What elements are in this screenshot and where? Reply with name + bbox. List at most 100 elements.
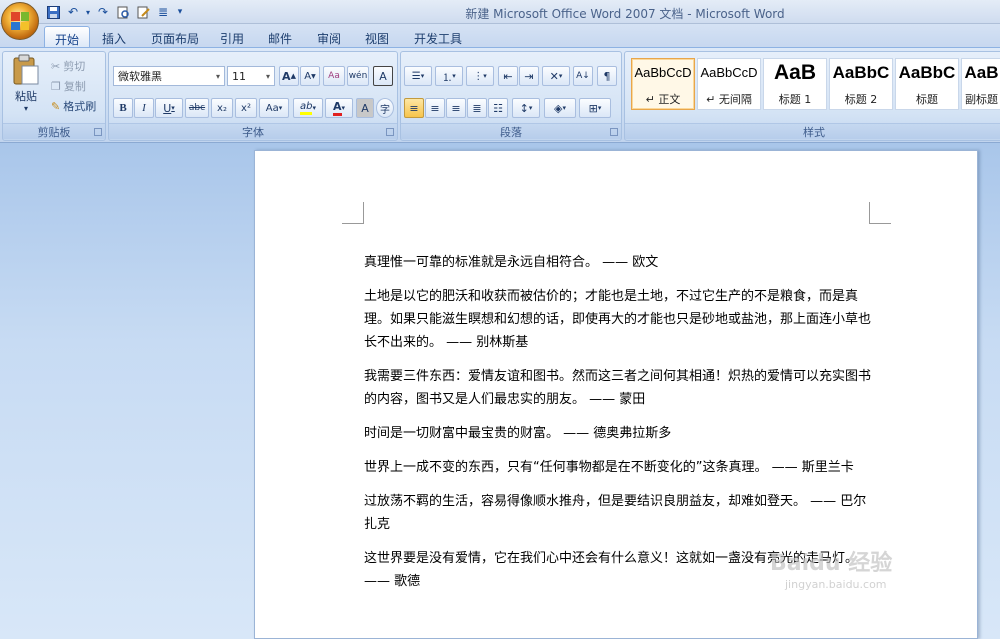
tab-insert[interactable]: 插入 — [92, 26, 136, 48]
change-case-label: Aa — [265, 102, 279, 114]
watermark-url: jingyan.baidu.com — [785, 578, 887, 591]
paragraph[interactable]: 世界上一成不变的东西，只有“任何事物都是在不断变化的”这条真理。 —— 斯里兰卡 — [364, 456, 876, 479]
paragraph[interactable]: 土地是以它的肥沃和收获而被估价的；才能也是土地，不过它生产的不是粮食，而是真理。… — [364, 285, 876, 354]
clear-format-button[interactable]: Aa — [323, 66, 345, 86]
style-heading-2[interactable]: AaBbC 标题 2 — [829, 58, 893, 110]
style-preview: AaB — [773, 61, 816, 84]
align-left-button[interactable]: ≡ — [404, 98, 424, 118]
underline-label: U — [163, 101, 172, 115]
style-preview: AaBbC — [832, 63, 890, 82]
cut-button[interactable]: ✂ 剪切 — [51, 58, 85, 74]
multilevel-list-icon: ⋮ — [473, 70, 484, 82]
tab-mailings[interactable]: 邮件 — [258, 26, 302, 48]
font-color-icon: A — [332, 100, 342, 116]
style-subtitle[interactable]: AaB 副标题 — [961, 58, 1000, 110]
paragraph[interactable]: 我需要三件东西：爱情友谊和图书。然而这三者之间何其相通！炽热的爱情可以充实图书的… — [364, 365, 876, 411]
enclose-char-button[interactable]: 字 — [376, 98, 394, 118]
style-title[interactable]: AaBbC 标题 — [895, 58, 959, 110]
tab-home[interactable]: 开始 — [44, 26, 91, 48]
copy-button[interactable]: ❐ 复制 — [51, 78, 86, 94]
justify-icon: ≣ — [472, 101, 482, 115]
clipboard-launcher-icon[interactable] — [94, 128, 102, 136]
style-heading-1[interactable]: AaB 标题 1 — [763, 58, 827, 110]
style-no-spacing[interactable]: AaBbCcD ↵ 无间隔 — [697, 58, 761, 110]
highlighter-icon: ab — [300, 101, 313, 115]
font-color-button[interactable]: A ▾ — [325, 98, 353, 118]
align-right-button[interactable]: ≡ — [446, 98, 466, 118]
style-preview: AaB — [964, 63, 999, 82]
sort-icon: A↓ — [576, 71, 590, 81]
line-spacing-button[interactable]: ↕ ▾ — [512, 98, 540, 118]
paragraph[interactable]: 真理惟一可靠的标准就是永远自相符合。 —— 欧文 — [364, 251, 876, 274]
brush-icon: ✎ — [51, 99, 61, 113]
sort-button[interactable]: A↓ — [573, 66, 593, 86]
font-launcher-icon[interactable] — [386, 128, 394, 136]
underline-button[interactable]: U ▾ — [155, 98, 183, 118]
clipboard-group: 粘贴 ▾ ✂ 剪切 ❐ 复制 ✎ 格式刷 剪贴板 — [2, 51, 106, 141]
change-case-button[interactable]: Aa ▾ — [259, 98, 289, 118]
paint-bucket-icon: ◈ — [554, 101, 563, 115]
increase-indent-button[interactable]: ⇥ — [519, 66, 539, 86]
pilcrow-icon: ¶ — [603, 69, 611, 83]
distributed-button[interactable]: ☷ — [488, 98, 508, 118]
phonetic-guide-button[interactable]: wén — [347, 66, 369, 86]
format-painter-button[interactable]: ✎ 格式刷 — [51, 98, 96, 114]
paragraph[interactable]: 时间是一切财富中最宝贵的财富。 —— 德奥弗拉斯多 — [364, 422, 876, 445]
numbering-button[interactable]: ⒈ ▾ — [435, 66, 463, 86]
watermark: Baidu 经验 — [770, 551, 893, 576]
tab-review[interactable]: 审阅 — [307, 26, 351, 48]
tab-view[interactable]: 视图 — [355, 26, 399, 48]
distributed-icon: ☷ — [493, 101, 503, 115]
paragraph-group: ☰ ▾ ⒈ ▾ ⋮ ▾ ⇤ ⇥ ✕ ▾ A↓ ¶ ≡ ≡ ≡ ≣ ☷ ↕ ▾ ◈ ▾ ⊞ ▾ … — [400, 51, 622, 141]
scissors-icon: ✂ — [51, 59, 61, 73]
borders-button[interactable]: ⊞ ▾ — [579, 98, 611, 118]
paste-icon — [13, 54, 39, 85]
char-border-button[interactable]: A — [373, 66, 393, 86]
show-marks-button[interactable]: ¶ — [597, 66, 617, 86]
superscript-button[interactable]: x² — [235, 98, 257, 118]
asian-layout-icon: ✕ — [549, 69, 559, 83]
style-name: 标题 2 — [844, 93, 878, 106]
justify-button[interactable]: ≣ — [467, 98, 487, 118]
style-normal[interactable]: AaBbCcD ↵ 正文 — [631, 58, 695, 110]
multilevel-list-button[interactable]: ⋮ ▾ — [466, 66, 494, 86]
borders-icon: ⊞ — [588, 101, 598, 115]
subscript-button[interactable]: x₂ — [211, 98, 233, 118]
font-group-label: 字体 — [109, 123, 397, 139]
align-right-icon: ≡ — [451, 101, 461, 115]
style-preview: AaBbCcD — [634, 65, 692, 80]
style-preview: AaBbC — [898, 63, 956, 82]
char-shading-button[interactable]: A — [356, 98, 374, 118]
office-button[interactable] — [1, 2, 39, 40]
font-size-value: 11 — [232, 69, 246, 83]
asian-layout-button[interactable]: ✕ ▾ — [542, 66, 570, 86]
shading-button[interactable]: ◈ ▾ — [544, 98, 576, 118]
bullets-button[interactable]: ☰ ▾ — [404, 66, 432, 86]
paste-button[interactable]: 粘贴 ▾ — [7, 54, 45, 116]
align-center-button[interactable]: ≡ — [425, 98, 445, 118]
strikethrough-button[interactable]: abc — [185, 98, 209, 118]
tab-references[interactable]: 引用 — [210, 26, 254, 48]
grow-font-button[interactable]: A ▲ — [279, 66, 299, 86]
paragraph-launcher-icon[interactable] — [610, 128, 618, 136]
line-spacing-icon: ↕ — [519, 101, 529, 115]
italic-button[interactable]: I — [134, 98, 154, 118]
font-name-combo[interactable]: 微软雅黑 ▾ — [113, 66, 225, 86]
styles-group: AaBbCcD ↵ 正文 AaBbCcD ↵ 无间隔 AaB 标题 1 AaBb… — [624, 51, 1000, 141]
decrease-indent-button[interactable]: ⇤ — [498, 66, 518, 86]
tab-page-layout[interactable]: 页面布局 — [141, 26, 209, 48]
decrease-indent-icon: ⇤ — [503, 69, 513, 83]
tab-developer[interactable]: 开发工具 — [404, 26, 472, 48]
align-center-icon: ≡ — [430, 101, 440, 115]
paste-label: 粘贴 — [15, 90, 37, 103]
style-name: ↵ 无间隔 — [706, 93, 752, 106]
highlight-button[interactable]: ab ▾ — [293, 98, 323, 118]
ribbon-tab-bar: 开始 插入 页面布局 引用 邮件 审阅 视图 开发工具 — [0, 24, 1000, 48]
shrink-font-button[interactable]: A ▼ — [300, 66, 320, 86]
window-title: 新建 Microsoft Office Word 2007 文档 - Micro… — [465, 7, 785, 21]
bold-button[interactable]: B — [113, 98, 133, 118]
copy-label: 复制 — [63, 80, 86, 93]
style-name: ↵ 正文 — [645, 93, 681, 106]
font-size-combo[interactable]: 11 ▾ — [227, 66, 275, 86]
paragraph[interactable]: 过放荡不羁的生活，容易得像顺水推舟，但是要结识良朋益友，却难如登天。 —— 巴尔… — [364, 490, 876, 536]
